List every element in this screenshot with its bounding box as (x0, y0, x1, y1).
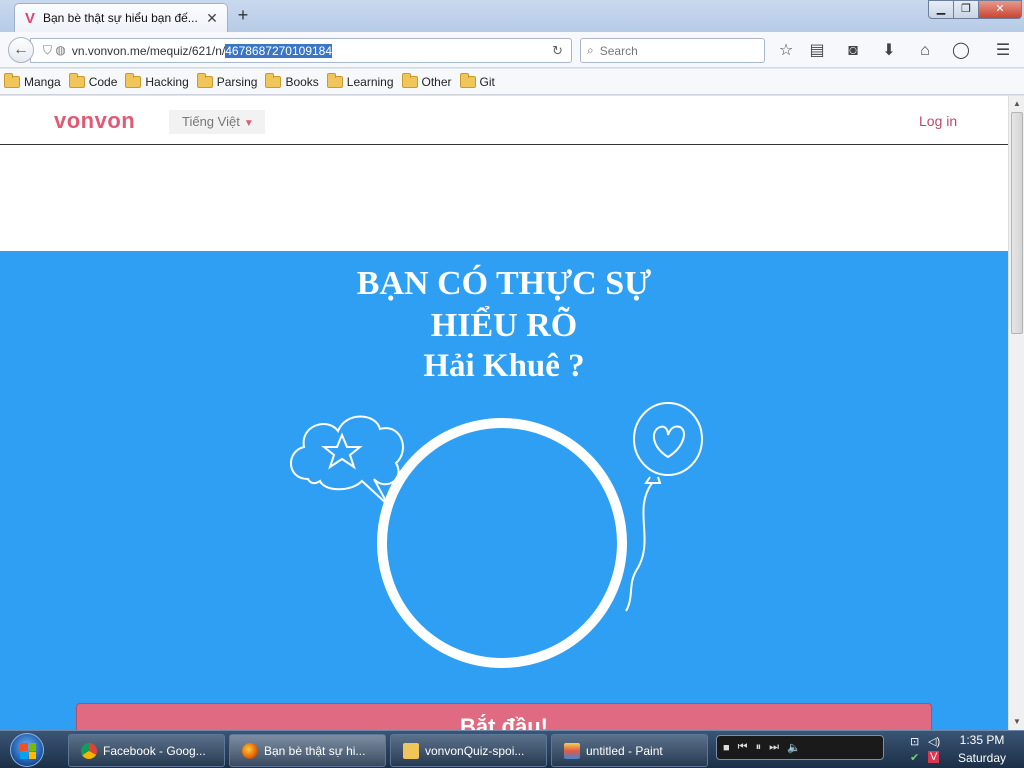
reload-icon[interactable]: ↻ (552, 43, 563, 59)
folder-icon (125, 72, 142, 88)
scroll-down-arrow-icon[interactable]: ▼ (1009, 714, 1024, 730)
bookmark-label: Other (421, 74, 452, 89)
folder-icon (68, 72, 85, 88)
bookmark-label: Parsing (216, 74, 258, 89)
folder-icon (196, 72, 213, 88)
site-header: vonvon Tiếng Việt ▼ Log in (0, 96, 1008, 145)
browser-tab-active[interactable]: V Bạn bè thật sự hiểu bạn đế... ✕ (14, 3, 228, 32)
clock-day: Saturday (958, 751, 1007, 765)
bookmark-label: Books (285, 74, 319, 89)
folder-icon (326, 72, 343, 88)
window-minimize-button[interactable]: ▁ (928, 0, 954, 19)
start-button[interactable]: Bắt đầu! (76, 703, 932, 730)
language-label: Tiếng Việt (182, 114, 240, 129)
windows-taskbar: Facebook - Goog... Bạn bè thật sự hi... … (0, 730, 1024, 768)
taskbar-item-label: Bạn bè thật sự hi... (264, 743, 366, 758)
browser-tab-strip: V Bạn bè thật sự hiểu bạn đế... ✕ + ▁ ❐ … (0, 0, 1024, 32)
security-check-icon[interactable]: ✔ (910, 751, 919, 764)
bookmark-label: Git (479, 74, 495, 89)
caret-down-icon: ▼ (243, 118, 254, 129)
downloads-icon[interactable]: ⬇ (879, 41, 899, 61)
start-orb-icon[interactable] (10, 733, 44, 767)
bookmark-label: Code (88, 74, 118, 89)
tab-close-icon[interactable]: ✕ (205, 10, 219, 27)
language-selector[interactable]: Tiếng Việt ▼ (169, 110, 265, 134)
paint-icon (564, 742, 580, 759)
bookmark-label: Manga (24, 74, 61, 89)
quiz-hero: BẠN CÓ THỰC SỰ HIỂU RÕ Hải Khuê ? Bắt đầ… (0, 251, 1008, 730)
bookmark-folder-books[interactable]: Books (265, 72, 319, 89)
pocket-icon[interactable]: ◙ (843, 41, 863, 61)
taskbar-item-firefox[interactable]: Bạn bè thật sự hi... (229, 734, 386, 767)
firefox-icon (242, 742, 258, 759)
network-icon[interactable]: ⊡ (910, 735, 919, 748)
new-tab-button[interactable]: + (234, 5, 252, 25)
folder-icon (403, 742, 419, 759)
menu-icon[interactable]: ☰ (993, 41, 1013, 61)
quiz-title-line3: Hải Khuê ? (423, 348, 585, 384)
quiz-title-line1: BẠN CÓ THỰC SỰ (356, 265, 652, 302)
folder-icon (401, 72, 418, 88)
login-link[interactable]: Log in (919, 113, 957, 129)
site-identity-icon[interactable]: ⛉ ◍ (43, 43, 66, 58)
clock[interactable]: 1:35 PM Saturday (958, 733, 1006, 765)
scroll-up-arrow-icon[interactable]: ▲ (1009, 96, 1024, 112)
bookmarks-toolbar: Manga Code Hacking Parsing Books Learnin… (0, 69, 1024, 95)
taskbar-item-paint[interactable]: untitled - Paint (551, 734, 708, 767)
search-placeholder: Search (599, 43, 638, 58)
web-page: vonvon Tiếng Việt ▼ Log in BẠN CÓ THỰC SỰ… (0, 96, 1008, 730)
folder-icon (459, 72, 476, 88)
window-restore-button[interactable]: ❐ (953, 0, 979, 19)
bookmark-folder-parsing[interactable]: Parsing (196, 72, 258, 89)
bookmark-label: Hacking (145, 74, 189, 89)
cloud-star-icon (290, 415, 404, 506)
media-player-toolbar[interactable]: ■ ⏮ ⏸ ⏭ 🔈 (716, 735, 884, 760)
search-icon: ⌕ (587, 43, 594, 57)
search-box[interactable]: ⌕ Search (580, 38, 765, 63)
bookmark-folder-hacking[interactable]: Hacking (125, 72, 189, 89)
url-prefix: vn.vonvon.me/mequiz/621/n/ (71, 43, 226, 58)
chat-icon[interactable]: ◯ (951, 41, 971, 61)
url-text[interactable]: vn.vonvon.me/mequiz/621/n/46786872701091… (71, 43, 333, 58)
balloon-heart-icon (625, 402, 703, 612)
browser-navigation-bar: ⛉ ◍ vn.vonvon.me/mequiz/621/n/4678687270… (0, 32, 1024, 68)
vonvon-favicon-icon: V (24, 9, 35, 27)
vonvon-logo[interactable]: vonvon (54, 108, 135, 134)
vonvon-tray-icon[interactable]: V (928, 751, 940, 763)
bookmark-folder-other[interactable]: Other (401, 72, 452, 89)
folder-icon (265, 72, 282, 88)
reading-list-icon[interactable]: ▤ (807, 41, 827, 61)
quiz-illustration (290, 402, 703, 668)
taskbar-item-label: Facebook - Goog... (103, 743, 206, 758)
clock-time: 1:35 PM (959, 733, 1005, 747)
scroll-thumb[interactable] (1011, 112, 1023, 334)
stop-icon[interactable]: ■ (723, 742, 730, 754)
taskbar-item-explorer[interactable]: vonvonQuiz-spoi... (390, 734, 547, 767)
address-bar[interactable]: ⛉ ◍ vn.vonvon.me/mequiz/621/n/4678687270… (30, 38, 572, 63)
page-scrollbar[interactable]: ▲ ▼ (1008, 96, 1024, 730)
taskbar-item-label: vonvonQuiz-spoi... (425, 743, 525, 758)
bookmark-folder-manga[interactable]: Manga (4, 72, 61, 89)
bookmark-star-icon[interactable]: ☆ (776, 41, 796, 61)
tab-title: Bạn bè thật sự hiểu bạn đế... (43, 11, 198, 25)
home-icon[interactable]: ⌂ (915, 41, 935, 61)
bookmark-folder-learning[interactable]: Learning (326, 72, 394, 89)
speaker-icon[interactable]: ◁) (928, 735, 940, 748)
bookmark-folder-code[interactable]: Code (68, 72, 118, 89)
volume-icon[interactable]: 🔈 (787, 741, 801, 754)
chrome-icon (81, 742, 97, 759)
bookmark-label: Learning (346, 74, 394, 89)
taskbar-item-chrome[interactable]: Facebook - Goog... (68, 734, 225, 767)
avatar-placeholder (377, 418, 627, 668)
folder-icon (4, 72, 20, 88)
pause-icon[interactable]: ⏸ (756, 741, 762, 754)
window-close-button[interactable]: ✕ (978, 0, 1022, 19)
taskbar-item-label: untitled - Paint (586, 743, 663, 758)
quiz-title-line2: HIỂU RÕ (430, 307, 578, 344)
url-selected-text: 4678687270109184 (225, 43, 333, 58)
next-icon[interactable]: ⏭ (769, 741, 779, 754)
back-button[interactable]: ← (8, 37, 34, 63)
bookmark-folder-git[interactable]: Git (459, 72, 495, 89)
previous-icon[interactable]: ⏮ (738, 741, 748, 754)
